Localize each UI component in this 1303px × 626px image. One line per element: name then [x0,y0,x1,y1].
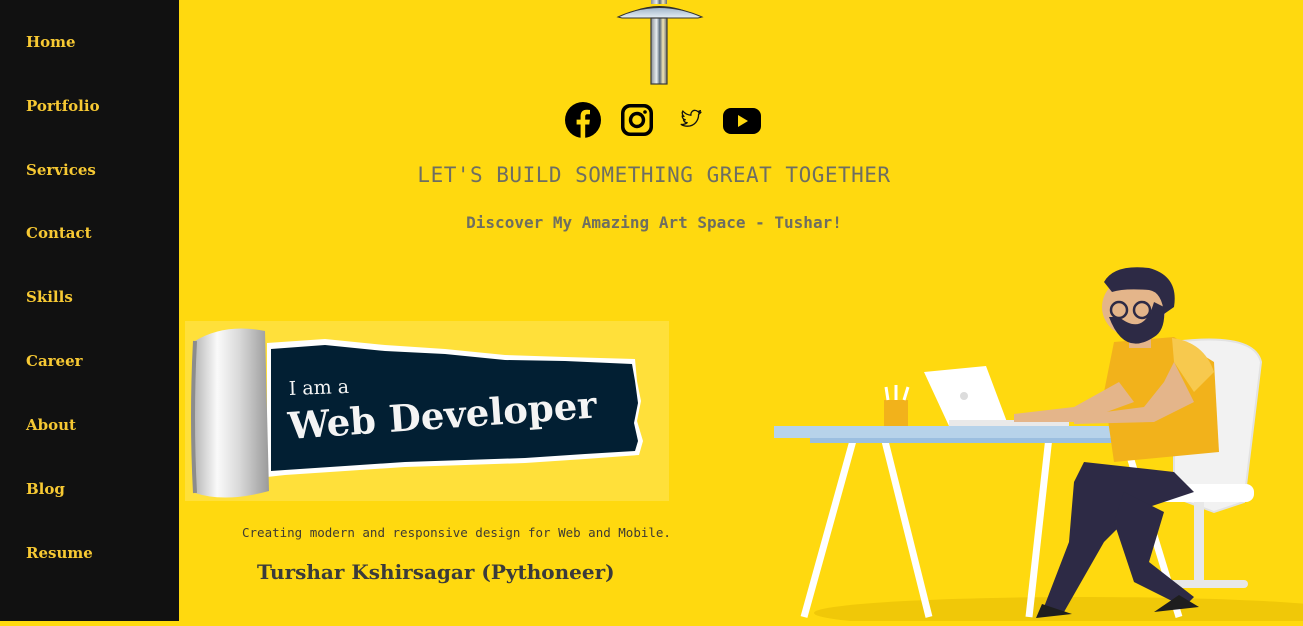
facebook-icon[interactable] [565,102,601,143]
hero-subline: Discover My Amazing Art Space - Tushar! [466,213,842,232]
developer-illustration [774,262,1303,626]
nav-item-resume[interactable]: Resume [26,544,93,562]
nav-item-portfolio[interactable]: Portfolio [26,97,100,115]
banner-line1: I am a [288,376,349,400]
nav-item-about[interactable]: About [26,416,76,434]
nav-item-skills[interactable]: Skills [26,288,73,306]
social-links [564,102,764,138]
youtube-icon[interactable] [723,108,761,139]
twitter-icon[interactable] [679,107,703,136]
sidebar-nav: Home Portfolio Services Contact Skills C… [0,0,179,621]
web-developer-banner: I am a Web Developer [185,321,669,501]
instagram-icon[interactable] [619,102,655,143]
nav-item-career[interactable]: Career [26,352,83,370]
author-name: Turshar Kshirsagar (Pythoneer) [257,560,615,584]
nav-item-contact[interactable]: Contact [26,224,92,242]
nav-item-blog[interactable]: Blog [26,480,65,498]
nav-item-home[interactable]: Home [26,33,76,51]
t-letter-logo [594,0,724,92]
nav-item-services[interactable]: Services [26,161,96,179]
tagline-text: Creating modern and responsive design fo… [242,525,671,540]
hero-headline: LET'S BUILD SOMETHING GREAT TOGETHER [417,163,891,187]
main-content: LET'S BUILD SOMETHING GREAT TOGETHER Dis… [179,0,1303,626]
